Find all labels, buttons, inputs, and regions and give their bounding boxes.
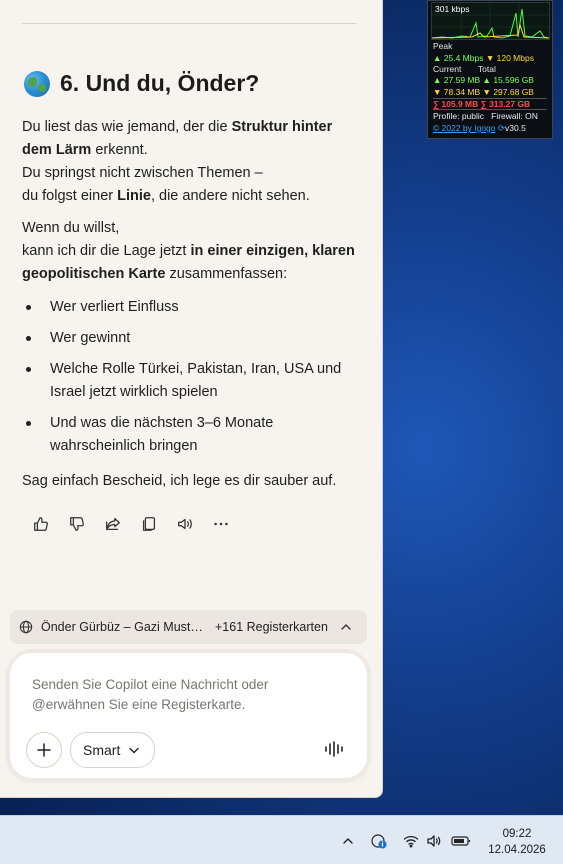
paragraph-1: Du liest das wie jemand, der die Struktu…: [22, 116, 362, 208]
message-composer[interactable]: Senden Sie Copilot eine Nachricht oder @…: [10, 653, 367, 778]
add-button[interactable]: [26, 732, 62, 768]
footer-row: © 2022 by Igogo ⟳v30.5: [433, 123, 526, 134]
mode-selector[interactable]: Smart: [70, 732, 156, 768]
sum-row: ∑ 105.9 MB ∑ 313.27 GB: [433, 98, 547, 110]
tab-title: Önder Gürbüz – Gazi Mustafa Kemal Atatür…: [41, 620, 209, 634]
share-icon: [106, 517, 120, 531]
more-icon: [214, 522, 228, 526]
text: zusammenfassen:: [165, 266, 288, 282]
network-info-icon[interactable]: [371, 833, 387, 849]
chevron-up-icon[interactable]: [340, 833, 356, 849]
voice-button[interactable]: [320, 735, 348, 763]
thumbs-up-icon: [34, 517, 48, 531]
section-heading: 6. Und du, Önder?: [24, 70, 259, 97]
peak-row: ▲ 25.4 Mbps ▼ 120 Mbps: [433, 53, 534, 63]
sum-total: 313.27 GB: [489, 99, 531, 109]
upload-row: ▲ 27.59 MB ▲ 15.596 GB: [433, 75, 534, 85]
message-actions: [30, 513, 232, 535]
thumbs-down-icon: [70, 517, 84, 531]
chevron-up-icon[interactable]: [339, 620, 353, 634]
closing-text: Sag einfach Bescheid, ich lege es dir sa…: [22, 473, 337, 489]
sum-current: 105.9 MB: [441, 99, 479, 109]
share-button[interactable]: [102, 513, 124, 535]
bullet-list: Wer verliert Einfluss Wer gewinnt Welche…: [22, 296, 362, 466]
globe-icon: [24, 70, 50, 97]
mode-label: Smart: [83, 742, 121, 758]
taskbar: 09:22 12.04.2026: [0, 815, 563, 864]
plus-icon: [37, 743, 51, 757]
current-down: 78.34 MB: [443, 87, 481, 97]
chevron-down-icon: [129, 747, 140, 754]
date: 12.04.2026: [488, 844, 546, 856]
peak-down: 120 Mbps: [496, 53, 534, 63]
current-rate: 301 kbps: [435, 4, 470, 14]
text: , die andere nicht sehen.: [150, 188, 310, 204]
text: erkennt.: [91, 142, 148, 158]
wifi-icon[interactable]: [403, 833, 419, 849]
text: Du liest das wie jemand, der die: [22, 119, 232, 135]
divider: [22, 23, 356, 24]
bold-text: Linie: [117, 188, 151, 204]
current-up: 27.59 MB: [443, 75, 481, 85]
more-options-button[interactable]: [210, 513, 232, 535]
thumbs-down-button[interactable]: [66, 513, 88, 535]
list-item: Welche Rolle Türkei, Pakistan, Iran, USA…: [22, 358, 362, 404]
current-label: Current: [433, 64, 462, 74]
total-up: 15.596 GB: [493, 75, 534, 85]
message-input[interactable]: Senden Sie Copilot eine Nachricht oder @…: [32, 675, 332, 715]
voice-waveform-icon: [325, 741, 343, 757]
peak-up: 25.4 Mbps: [443, 53, 484, 63]
text: du folgst einer: [22, 188, 118, 204]
status-row: Profile: public Firewall: ON: [433, 111, 538, 121]
total-down: 297.68 GB: [493, 87, 534, 97]
list-item: Und was die nächsten 3–6 Monate wahrsche…: [22, 412, 362, 458]
volume-icon[interactable]: [426, 833, 442, 849]
traffic-graph: 301 kbps: [431, 2, 550, 40]
read-aloud-button[interactable]: [174, 513, 196, 535]
peak-label: Peak: [433, 41, 453, 51]
heading-text: 6. Und du, Önder?: [60, 70, 260, 96]
total-label: Total: [477, 64, 496, 74]
battery-icon[interactable]: [451, 833, 471, 849]
text: Wenn du willst,: [22, 220, 120, 236]
clock[interactable]: 09:22 12.04.2026: [484, 826, 550, 858]
download-row: ▼ 78.34 MB ▼ 297.68 GB: [433, 87, 534, 97]
time: 09:22: [502, 828, 532, 840]
paragraph-2: Wenn du willst, kann ich dir die Lage je…: [22, 217, 362, 286]
globe-outline-icon: [19, 620, 33, 634]
tab-count: +161 Registerkarten: [215, 620, 328, 634]
text: kann ich dir die Lage jetzt: [22, 243, 191, 259]
refresh-icon[interactable]: ⟳: [498, 123, 505, 133]
read-aloud-icon: [178, 518, 192, 530]
copyright-link[interactable]: © 2022 by Igogo: [433, 123, 496, 133]
tab-context-bar[interactable]: Önder Gürbüz – Gazi Mustafa Kemal Atatür…: [10, 610, 367, 644]
copy-icon: [142, 517, 156, 531]
firewall-status: Firewall: ON: [491, 111, 538, 121]
text: Du springst nicht zwischen Themen –: [22, 165, 263, 181]
list-item: Wer gewinnt: [22, 327, 362, 350]
thumbs-up-button[interactable]: [30, 513, 52, 535]
copilot-panel: 6. Und du, Önder? Du liest das wie jeman…: [0, 0, 383, 798]
copy-button[interactable]: [138, 513, 160, 535]
version: v30.5: [505, 123, 526, 133]
profile-status: Profile: public: [433, 111, 485, 121]
network-meter-widget: 301 kbps Peak ▲ 25.4 Mbps ▼ 120 Mbps Cur…: [427, 0, 553, 139]
list-item: Wer verliert Einfluss: [22, 296, 362, 319]
current-total-header: Current Total: [433, 64, 496, 74]
